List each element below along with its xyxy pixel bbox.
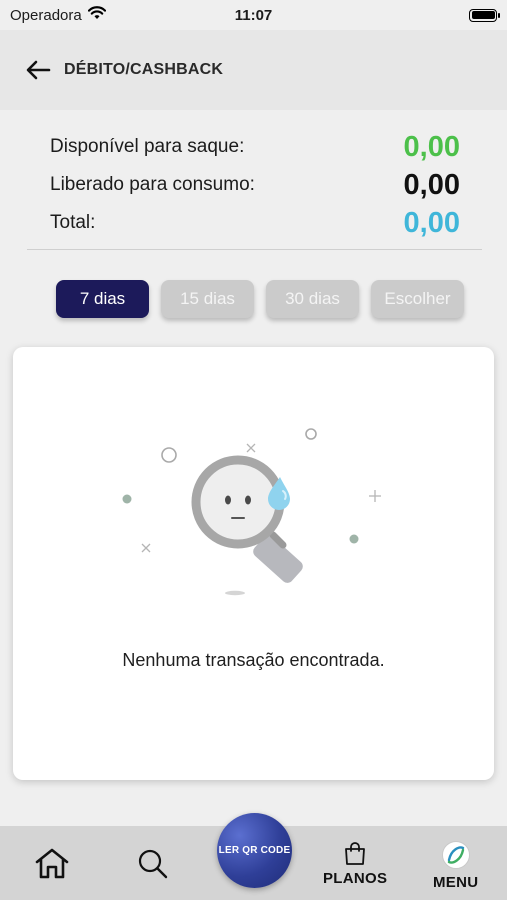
arrow-left-icon	[26, 60, 51, 80]
transactions-card: Nenhuma transação encontrada.	[13, 347, 494, 780]
shopping-bag-icon	[345, 842, 366, 865]
nav-menu-label: MENU	[433, 874, 479, 891]
balance-summary: Disponível para saque: 0,00 Liberado par…	[50, 128, 460, 242]
read-qr-code-button[interactable]: LER QR CODE	[217, 813, 292, 888]
page-title: DÉBITO/CASHBACK	[64, 61, 224, 78]
back-button[interactable]	[22, 54, 54, 86]
available-label: Disponível para saque:	[50, 136, 245, 157]
filter-15-days-button[interactable]: 15 dias	[161, 280, 254, 318]
qr-button-label: LER QR CODE	[218, 845, 291, 856]
nav-search[interactable]	[137, 848, 169, 880]
available-value: 0,00	[403, 130, 460, 163]
balance-row-released: Liberado para consumo: 0,00	[50, 166, 460, 204]
balance-row-available: Disponível para saque: 0,00	[50, 128, 460, 166]
nav-plans-label: PLANOS	[323, 870, 388, 887]
status-left: Operadora	[10, 6, 106, 24]
battery-icon	[469, 8, 500, 22]
empty-search-illustration	[122, 428, 381, 596]
filter-30-days-button[interactable]: 30 dias	[266, 280, 359, 318]
total-value: 0,00	[403, 206, 460, 239]
brand-logo-icon	[441, 841, 470, 869]
nav-menu[interactable]: MENU	[433, 840, 478, 891]
balance-row-total: Total: 0,00	[50, 204, 460, 242]
empty-state-message: Nenhuma transação encontrada.	[122, 650, 385, 670]
divider	[27, 249, 482, 250]
wifi-icon	[87, 6, 106, 24]
filter-choose-button[interactable]: Escolher	[371, 280, 464, 318]
filter-7-days-button[interactable]: 7 dias	[56, 280, 149, 318]
nav-plans[interactable]: PLANOS	[323, 840, 387, 887]
period-filters: 7 dias 15 dias 30 dias Escolher	[56, 280, 464, 318]
header: DÉBITO/CASHBACK	[0, 30, 507, 110]
carrier-label: Operadora	[10, 6, 82, 24]
released-value: 0,00	[403, 168, 460, 201]
status-bar: Operadora 11:07	[0, 0, 507, 30]
nav-home[interactable]	[34, 847, 70, 879]
total-label: Total:	[50, 212, 96, 233]
released-label: Liberado para consumo:	[50, 174, 255, 195]
home-icon	[35, 848, 69, 879]
search-icon	[138, 849, 168, 879]
